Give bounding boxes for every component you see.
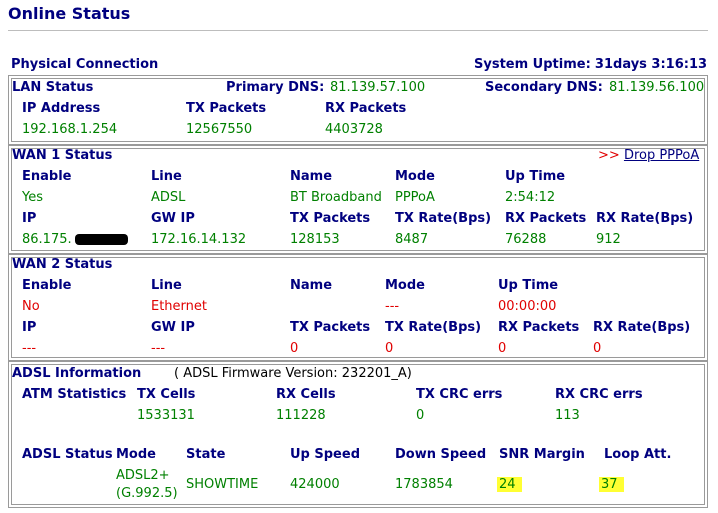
wan1-header-tx-packets: TX Packets: [290, 211, 371, 226]
wan1-tx-rate: 8487: [395, 232, 429, 247]
wan1-tx-packets: 128153: [290, 232, 340, 247]
adsl-down-speed: 1783854: [395, 477, 453, 492]
drop-pppoa-link[interactable]: >> Drop PPPoA: [598, 148, 699, 163]
wan1-header-mode: Mode: [395, 169, 435, 184]
atm-header-rx-cells: RX Cells: [276, 387, 336, 402]
wan2-tx-packets: 0: [290, 341, 299, 356]
wan1-name: BT Broadband: [290, 190, 382, 205]
adsl-header-snr-margin: SNR Margin: [499, 447, 585, 462]
lan-header-ip-address: IP Address: [22, 101, 101, 116]
atm-statistics-label: ATM Statistics: [22, 387, 127, 402]
adsl-header-up-speed: Up Speed: [290, 447, 360, 462]
wan1-header-tx-rate: TX Rate(Bps): [395, 211, 492, 226]
atm-header-tx-cells: TX Cells: [137, 387, 196, 402]
adsl-info-title: ADSL Information: [12, 366, 142, 381]
wan2-status-title: WAN 2 Status: [12, 257, 113, 272]
wan1-uptime: 2:54:12: [505, 190, 556, 205]
wan2-header-name: Name: [290, 278, 333, 293]
adsl-snr-margin: 24: [497, 477, 522, 492]
adsl-header-down-speed: Down Speed: [395, 447, 487, 462]
adsl-state: SHOWTIME: [186, 477, 259, 492]
secondary-dns-value: 81.139.56.100: [609, 80, 705, 95]
wan2-rx-packets: 0: [498, 341, 507, 356]
wan1-rx-packets: 76288: [505, 232, 547, 247]
wan1-ip: 86.175.: [22, 232, 72, 247]
atm-tx-cells: 1533131: [137, 408, 195, 423]
firmware-label: ( ADSL Firmware Version:: [174, 366, 338, 381]
adsl-status-label: ADSL Status: [22, 447, 113, 462]
wan1-rx-rate: 912: [596, 232, 621, 247]
adsl-mode-line1: ADSL2+: [116, 468, 170, 483]
atm-header-tx-crc: TX CRC errs: [416, 387, 503, 402]
uptime-value: 31days 3:16:13: [594, 57, 708, 72]
lan-tx-packets: 12567550: [186, 122, 253, 137]
wan2-header-ip: IP: [22, 320, 37, 335]
adsl-firmware: ( ADSL Firmware Version: 232201_A): [174, 366, 412, 381]
drop-prefix: >>: [598, 148, 620, 163]
firmware-value: 232201_A): [341, 366, 412, 381]
wan2-header-gw-ip: GW IP: [151, 320, 195, 335]
wan1-line: ADSL: [151, 190, 186, 205]
wan2-header-line: Line: [151, 278, 182, 293]
wan2-uptime: 00:00:00: [498, 299, 557, 314]
wan2-mode: ---: [385, 299, 400, 314]
wan1-header-line: Line: [151, 169, 182, 184]
wan2-header-mode: Mode: [385, 278, 425, 293]
lan-header-rx-packets: RX Packets: [325, 101, 407, 116]
lan-ip-address: 192.168.1.254: [22, 122, 118, 137]
wan2-header-enable: Enable: [22, 278, 72, 293]
adsl-header-state: State: [186, 447, 226, 462]
lan-header-tx-packets: TX Packets: [186, 101, 267, 116]
adsl-mode-line2: (G.992.5): [116, 486, 178, 501]
drop-pppoa-label[interactable]: Drop PPPoA: [624, 148, 699, 163]
wan2-tx-rate: 0: [385, 341, 394, 356]
wan1-header-gw-ip: GW IP: [151, 211, 195, 226]
primary-dns-label: Primary DNS:: [226, 80, 325, 95]
wan1-header-name: Name: [290, 169, 333, 184]
wan2-header-uptime: Up Time: [498, 278, 559, 293]
primary-dns-value: 81.139.57.100: [330, 80, 426, 95]
wan2-ip: ---: [22, 341, 37, 356]
uptime-label: System Uptime:: [474, 57, 591, 72]
atm-rx-cells: 111228: [276, 408, 326, 423]
wan2-enable: No: [22, 299, 40, 314]
wan1-status-title: WAN 1 Status: [12, 148, 113, 163]
wan2-status-panel: [8, 254, 708, 361]
wan1-mode: PPPoA: [395, 190, 435, 205]
wan1-header-uptime: Up Time: [505, 169, 566, 184]
wan2-line: Ethernet: [151, 299, 207, 314]
title-divider: [8, 30, 708, 31]
wan2-rx-rate: 0: [593, 341, 602, 356]
adsl-header-mode: Mode: [116, 447, 156, 462]
wan1-header-rx-rate: RX Rate(Bps): [596, 211, 694, 226]
atm-tx-crc: 0: [416, 408, 425, 423]
adsl-loop-att: 37: [599, 477, 624, 492]
secondary-dns-label: Secondary DNS:: [485, 80, 603, 95]
atm-rx-crc: 113: [555, 408, 580, 423]
page-title: Online Status: [8, 4, 131, 23]
redaction-mark: [75, 234, 128, 245]
wan2-header-tx-packets: TX Packets: [290, 320, 371, 335]
wan1-enable: Yes: [22, 190, 43, 205]
wan1-header-enable: Enable: [22, 169, 72, 184]
wan2-header-rx-rate: RX Rate(Bps): [593, 320, 691, 335]
atm-header-rx-crc: RX CRC errs: [555, 387, 643, 402]
lan-rx-packets: 4403728: [325, 122, 383, 137]
adsl-up-speed: 424000: [290, 477, 340, 492]
wan2-header-rx-packets: RX Packets: [498, 320, 580, 335]
wan2-gw-ip: ---: [151, 341, 166, 356]
physical-connection-label: Physical Connection: [11, 57, 159, 72]
adsl-header-loop-att: Loop Att.: [604, 447, 672, 462]
system-uptime: System Uptime: 31days 3:16:13: [474, 57, 707, 72]
wan1-header-ip: IP: [22, 211, 37, 226]
wan1-header-rx-packets: RX Packets: [505, 211, 587, 226]
wan1-gw-ip: 172.16.14.132: [151, 232, 247, 247]
wan2-header-tx-rate: TX Rate(Bps): [385, 320, 482, 335]
lan-status-title: LAN Status: [12, 80, 94, 95]
